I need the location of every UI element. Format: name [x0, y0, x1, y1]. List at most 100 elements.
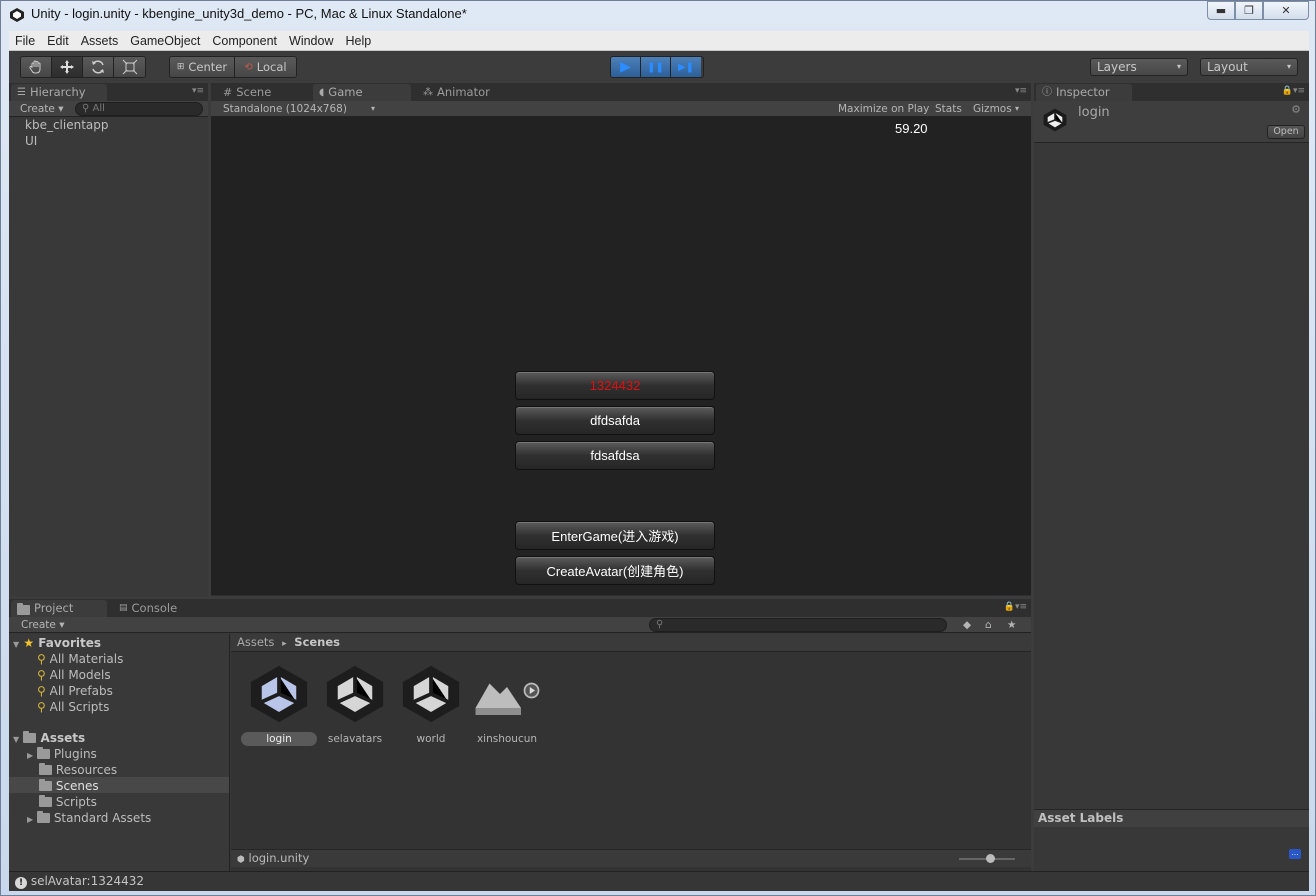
search-icon: ⚲ [37, 652, 46, 666]
window-title: Unity - login.unity - kbengine_unity3d_d… [31, 6, 467, 21]
search-icon: ⚲ [37, 700, 46, 714]
hierarchy-item-ui[interactable]: UI [25, 134, 37, 148]
tag-icon[interactable]: ⌂ [985, 618, 992, 632]
asset-name: selavatars [327, 733, 383, 745]
avatar-button-selected[interactable]: 1324432 [515, 371, 715, 400]
gizmos-dropdown[interactable]: Gizmos [973, 102, 1012, 116]
inspector-tab-label: Inspector [1056, 85, 1110, 99]
menu-assets[interactable]: Assets [75, 34, 125, 48]
more-labels-icon[interactable]: … [1289, 849, 1301, 859]
assets-node[interactable]: ▼ Assets [13, 731, 85, 745]
menu-edit[interactable]: Edit [41, 34, 75, 48]
asset-selavatars[interactable]: selavatars [317, 664, 393, 746]
breadcrumb: Assets ▸ Scenes [231, 634, 1031, 652]
chevron-down-icon: ▾ [1015, 104, 1020, 113]
breadcrumb-assets[interactable]: Assets [237, 635, 274, 649]
tab-game[interactable]: ◖ Game [313, 84, 411, 101]
play-controls: ▶ ❚❚ ▶❚ [610, 56, 704, 78]
title-bar[interactable]: Unity - login.unity - kbengine_unity3d_d… [1, 1, 1315, 29]
asset-login[interactable]: login [241, 664, 317, 746]
asset-name: xinshoucun [476, 733, 538, 745]
star-icon: ★ [23, 636, 35, 650]
hierarchy-item-kbe-clientapp[interactable]: kbe_clientapp [25, 118, 109, 132]
folder-scenes[interactable]: Scenes [39, 779, 99, 793]
project-search-input[interactable]: ⚲ [649, 618, 947, 632]
favorite-all-prefabs[interactable]: ⚲ All Prefabs [37, 684, 113, 698]
play-button[interactable]: ▶ [611, 57, 641, 77]
folder-plugins[interactable]: ▶ Plugins [27, 747, 97, 761]
stats-toggle[interactable]: Stats [935, 102, 962, 116]
layout-dropdown[interactable]: Layout ▾ [1200, 58, 1298, 76]
unity-scene-icon: ⬢ [237, 855, 245, 865]
maximize-on-play-toggle[interactable]: Maximize on Play [838, 102, 929, 116]
panel-menu-icon[interactable]: ▾≡ [192, 86, 204, 96]
asset-xinshoucun[interactable]: xinshoucun [469, 664, 545, 746]
tab-animator[interactable]: ⁂ Animator [417, 84, 517, 101]
search-by-type-icon[interactable]: ◆ [963, 618, 971, 632]
menu-gameobject[interactable]: GameObject [124, 34, 206, 48]
avatar-button[interactable]: dfdsafda [515, 406, 715, 435]
menu-window[interactable]: Window [283, 34, 339, 48]
tab-inspector[interactable]: ⓘ Inspector [1036, 84, 1132, 101]
pause-button[interactable]: ❚❚ [641, 57, 671, 77]
folder-label: Standard Assets [53, 811, 152, 825]
menu-file[interactable]: File [9, 34, 41, 48]
tab-hierarchy[interactable]: ☰ Hierarchy [11, 84, 107, 101]
tab-project[interactable]: Project [11, 600, 107, 617]
folder-resources[interactable]: Resources [39, 763, 117, 777]
resolution-dropdown[interactable]: Standalone (1024x768) [223, 102, 347, 116]
favorites-node[interactable]: ▼ ★ Favorites [13, 636, 101, 650]
project-create-button[interactable]: Create ▾ [21, 618, 65, 632]
favorite-all-materials[interactable]: ⚲ All Materials [37, 652, 123, 666]
asset-world[interactable]: world [393, 664, 469, 746]
maximize-button[interactable]: ❐ [1235, 1, 1263, 20]
hand-tool-button[interactable] [21, 57, 52, 77]
rotate-icon [92, 60, 104, 74]
slider-thumb[interactable] [986, 854, 995, 863]
lock-icon[interactable]: 🔒▾≡ [1004, 602, 1027, 612]
favorite-all-models[interactable]: ⚲ All Models [37, 668, 111, 682]
info-icon: ! [15, 877, 27, 889]
star-icon[interactable]: ★ [1007, 618, 1016, 632]
layers-dropdown[interactable]: Layers ▾ [1090, 58, 1188, 76]
folder-standard-assets[interactable]: ▶ Standard Assets [27, 811, 151, 825]
rotate-tool-button[interactable] [83, 57, 114, 77]
menu-help[interactable]: Help [339, 34, 377, 48]
minimize-button[interactable]: ▬ [1207, 1, 1235, 20]
terrain-icon [475, 682, 540, 715]
scale-tool-button[interactable] [114, 57, 145, 77]
hierarchy-create-button[interactable]: Create ▾ [20, 102, 64, 116]
create-avatar-button[interactable]: CreateAvatar(创建角色) [515, 556, 715, 585]
pivot-center-button[interactable]: ⊞ Center [170, 57, 235, 77]
pivot-local-button[interactable]: ⟲ Local [234, 57, 296, 77]
pivot-toggles: ⊞ Center ⟲ Local [169, 56, 297, 78]
editor-client: ⊞ Center ⟲ Local ▶ ❚❚ ▶❚ Layers ▾ Layout… [9, 51, 1309, 891]
game-viewport[interactable]: 59.20 1324432 dfdsafda fdsafdsa EnterGam… [211, 117, 1031, 595]
folder-icon [23, 731, 37, 743]
move-tool-button[interactable] [52, 57, 83, 77]
transform-tools [20, 56, 146, 78]
panel-menu-icon[interactable]: ▾≡ [1015, 86, 1027, 96]
hierarchy-search-input[interactable]: ⚲ All [75, 102, 203, 116]
favorite-label: All Prefabs [49, 684, 113, 698]
search-icon: ⚲ [37, 684, 46, 698]
folder-icon [39, 763, 52, 775]
footer-path-text: login.unity [248, 851, 310, 865]
close-button[interactable]: ✕ [1263, 1, 1309, 20]
menu-component[interactable]: Component [206, 34, 283, 48]
favorite-all-scripts[interactable]: ⚲ All Scripts [37, 700, 109, 714]
scene-tab-label: Scene [236, 85, 272, 99]
search-icon: ⚲ [82, 103, 90, 114]
enter-game-button[interactable]: EnterGame(进入游戏) [515, 521, 715, 550]
tab-console[interactable]: ▤ Console [113, 600, 193, 617]
breadcrumb-scenes[interactable]: Scenes [294, 635, 340, 649]
step-icon: ▶❚ [677, 61, 695, 73]
avatar-button[interactable]: fdsafdsa [515, 441, 715, 470]
step-button[interactable]: ▶❚ [671, 57, 701, 77]
gear-icon[interactable]: ⚙ [1291, 103, 1301, 116]
game-panel: # Scene ◖ Game ⁂ Animator ▾≡ Standalone … [211, 83, 1031, 596]
open-button[interactable]: Open [1267, 125, 1305, 139]
tab-scene[interactable]: # Scene [217, 84, 309, 101]
folder-scripts[interactable]: Scripts [39, 795, 97, 809]
lock-icon[interactable]: 🔒▾≡ [1282, 86, 1305, 96]
